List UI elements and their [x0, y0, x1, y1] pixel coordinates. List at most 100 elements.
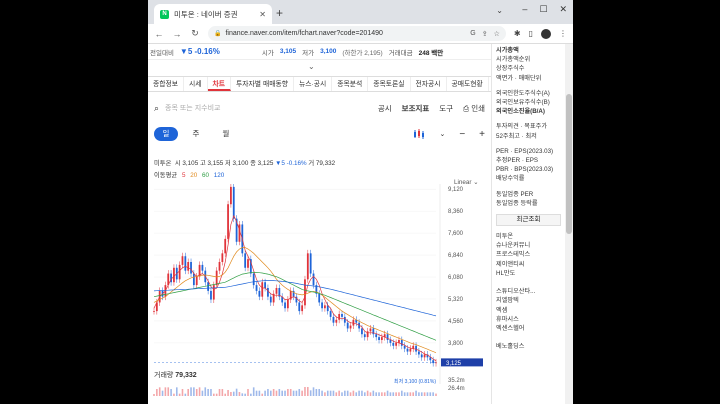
ma-120: 120: [213, 172, 225, 179]
new-tab-icon[interactable]: +: [276, 6, 283, 20]
bookmark-star-icon[interactable]: ☆: [494, 30, 500, 38]
recent-stock-link[interactable]: 프로스테믹스: [496, 250, 561, 259]
disclosure-toggle[interactable]: 공시: [378, 103, 392, 114]
reload-icon[interactable]: ↻: [190, 28, 200, 39]
zoom-in-icon[interactable]: +: [479, 129, 485, 140]
recent-stock-link[interactable]: 제이앤티씨: [496, 260, 561, 269]
candle-body: [420, 354, 423, 358]
volume-bar: [295, 390, 298, 396]
recent-stock-link[interactable]: HL만도: [496, 269, 561, 278]
browser-tab[interactable]: N 미투온 : 네이버 증권 ✕: [154, 4, 272, 24]
volume-bar: [355, 392, 358, 396]
page-content: 전일대비 ▼5 -0.16% 시가 3,105 저가 3,100 (하한가 2,…: [148, 44, 573, 404]
volume-bar: [409, 392, 412, 396]
zoom-out-icon[interactable]: −: [459, 129, 465, 140]
compare-search-input[interactable]: 종목 또는 지수비교: [165, 103, 368, 113]
volume-bar: [278, 389, 281, 396]
minimize-button[interactable]: –: [522, 4, 527, 15]
recent-stock-link[interactable]: 엑센스헬어: [496, 324, 561, 333]
volume-bar: [235, 388, 238, 396]
volume-value: 79,332: [175, 372, 197, 379]
y-tick-label: 4,560: [448, 319, 464, 325]
candle-body: [224, 238, 227, 254]
tab-chart[interactable]: 차트: [207, 77, 232, 91]
tab-summary[interactable]: 종합정보: [148, 77, 185, 91]
volume-bar: [326, 390, 329, 396]
volume-bar: [386, 390, 389, 396]
tab-bar: N 미투온 : 네이버 증권 ✕ + ⌄ – ☐ ✕: [148, 0, 573, 24]
candle-body: [346, 322, 349, 329]
prev-day-label: 전일대비: [150, 49, 174, 57]
volume-bar: [401, 390, 403, 396]
chart-type-chevron-icon[interactable]: ⌄: [439, 130, 445, 138]
ma-5: 5: [181, 172, 186, 179]
tab-forum[interactable]: 종목토론실: [368, 77, 411, 91]
candle-body: [181, 256, 184, 265]
volume-bar: [383, 392, 386, 396]
volume-bar: [164, 387, 167, 396]
profile-avatar[interactable]: [541, 28, 551, 39]
google-icon[interactable]: G: [470, 30, 475, 38]
back-icon[interactable]: ←: [154, 29, 164, 39]
tab-close-icon[interactable]: ✕: [259, 10, 266, 19]
candle-body: [178, 264, 181, 280]
tab-short-selling[interactable]: 공매도현황: [447, 77, 489, 91]
y-tick-label: 8,360: [448, 209, 464, 215]
forward-icon[interactable]: →: [172, 29, 182, 39]
maximize-button[interactable]: ☐: [539, 4, 547, 15]
volume-bar: [332, 390, 335, 396]
period-month[interactable]: 월: [214, 127, 238, 141]
recent-stock-link[interactable]: 슈나운커뮤니: [496, 241, 561, 250]
tab-disclosure[interactable]: 전자공시: [411, 77, 447, 91]
candle-body: [349, 325, 352, 329]
url-text[interactable]: finance.naver.com/item/fchart.naver?code…: [225, 30, 466, 37]
recent-stock-link[interactable]: 휴마시스: [496, 315, 561, 324]
tab-price[interactable]: 시세: [184, 77, 208, 91]
tab-news[interactable]: 뉴스·공시: [294, 77, 333, 91]
candle-body: [187, 262, 190, 271]
period-day[interactable]: 일: [154, 127, 178, 141]
extensions-icon[interactable]: ✱: [514, 29, 521, 38]
indicator-button[interactable]: 보조지표: [402, 103, 430, 114]
volume-bar: [204, 387, 207, 396]
period-week[interactable]: 주: [184, 127, 208, 141]
share-icon[interactable]: ⇪: [482, 30, 488, 38]
volume-bar: [201, 390, 204, 396]
candle-body: [324, 305, 326, 309]
search-icon[interactable]: ⌕: [154, 103, 159, 114]
sidebar-item: 시가총액: [496, 47, 519, 54]
recent-stock-link[interactable]: 지엘팜텍: [496, 296, 561, 305]
omnibox[interactable]: 🔒 finance.naver.com/item/fchart.naver?co…: [208, 26, 506, 41]
sidebar-item: 동일업종 등락률: [496, 199, 538, 207]
volume-bar: [224, 393, 227, 396]
recent-stock-link[interactable]: 엑셈: [496, 306, 561, 315]
candle-body: [215, 270, 218, 286]
candle-body: [389, 340, 392, 343]
volume-bar: [244, 393, 246, 396]
menu-kebab-icon[interactable]: ⋮: [559, 29, 567, 38]
print-button[interactable]: ⎙ 인쇄: [463, 103, 485, 114]
recent-stock-link[interactable]: 미투온: [496, 232, 561, 241]
volume-bar: [406, 392, 409, 396]
candle-body: [415, 345, 417, 352]
scrollbar-thumb[interactable]: [566, 94, 572, 234]
volume-bar: [213, 393, 215, 396]
price-chart[interactable]: 9,120 8,360 7,600 6,840 6,080 5,320 4,560 3,800…: [148, 184, 491, 399]
page-scrollbar[interactable]: [565, 44, 573, 404]
candlestick-icon[interactable]: [413, 129, 425, 139]
volume-bar: [415, 390, 417, 396]
candle-body: [392, 342, 395, 346]
volume-bar: [292, 390, 295, 396]
close-window-button[interactable]: ✕: [559, 4, 567, 15]
recent-stock-link[interactable]: 베노홀딩스: [496, 342, 561, 351]
recent-stock-link[interactable]: 스튜디오산타...: [496, 287, 561, 296]
volume-bar: [369, 392, 372, 396]
tab-search-chevron-icon[interactable]: ⌄: [496, 6, 503, 15]
tools-button[interactable]: 도구: [439, 103, 453, 114]
tab-analysis[interactable]: 종목분석: [332, 77, 369, 91]
sidepanel-icon[interactable]: ▯: [529, 29, 533, 38]
expand-chevron-icon[interactable]: ⌄: [308, 62, 315, 71]
trade-amount-label: 거래대금: [388, 49, 413, 57]
volume-bar: [184, 393, 187, 396]
tab-investor[interactable]: 투자자별 매매동향: [231, 77, 294, 91]
